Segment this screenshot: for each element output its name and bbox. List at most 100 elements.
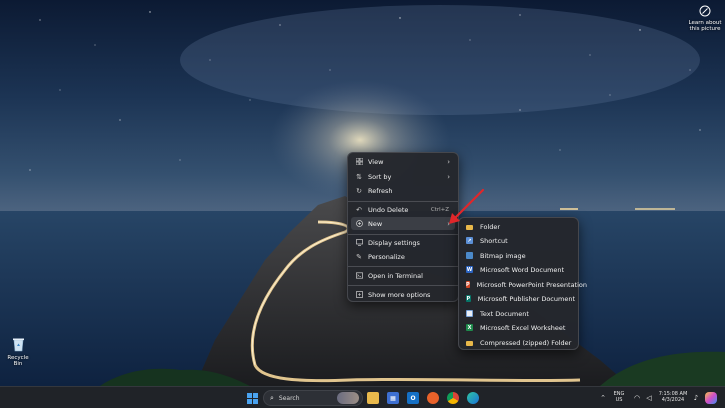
menu-item-view-label: View (368, 157, 384, 166)
search-highlight-icon (337, 392, 359, 404)
learn-about-label: Learn about this picture (688, 20, 722, 32)
shortcut-icon: ↗ (466, 237, 473, 244)
menu-separator (348, 285, 458, 286)
taskbar-app-firefox[interactable] (427, 391, 439, 405)
undo-shortcut: Ctrl+Z (430, 206, 449, 213)
taskbar-search[interactable]: ⌕ Search (263, 390, 363, 406)
chevron-up-icon: ⌃ (600, 394, 606, 402)
menu-separator (348, 234, 458, 235)
brush-icon: ✎ (356, 252, 362, 261)
bell-icon: ♪ (693, 394, 699, 402)
powerpoint-icon: P (466, 281, 470, 288)
word-icon: W (466, 266, 473, 273)
notification-button[interactable]: ♪ (692, 391, 700, 405)
new-item-shortcut[interactable]: ↗ Shortcut (462, 234, 575, 247)
new-item-publisher-document-label: Microsoft Publisher Document (477, 294, 575, 303)
start-button[interactable] (246, 391, 259, 405)
chevron-right-icon: › (447, 172, 450, 181)
taskbar-app-chrome[interactable] (447, 391, 459, 405)
bitmap-icon (466, 252, 473, 259)
language-indicator[interactable]: ENG US (611, 391, 627, 403)
terminal-icon (355, 272, 363, 280)
wifi-icon: ◠ (633, 394, 641, 402)
camera-icon (687, 5, 723, 19)
new-item-word-document-label: Microsoft Word Document (480, 265, 565, 274)
wifi-status[interactable]: ◠ (632, 391, 642, 405)
menu-item-display-settings[interactable]: Display settings (351, 236, 455, 249)
chevron-right-icon: › (447, 219, 450, 228)
new-item-text-document[interactable]: Text Document (462, 307, 575, 320)
refresh-icon: ↻ (356, 186, 362, 195)
learn-about-picture[interactable]: Learn about this picture (687, 5, 723, 32)
menu-item-open-in-terminal[interactable]: Open in Terminal (351, 269, 455, 282)
desktop-context-menu: View › ⇅ Sort by › ↻ Refresh ↶ Undo Dele… (347, 152, 459, 302)
sort-icon: ⇅ (356, 172, 362, 181)
new-item-powerpoint-presentation-label: Microsoft PowerPoint Presentation (476, 280, 587, 289)
firefox-icon (427, 392, 439, 404)
menu-item-refresh-label: Refresh (368, 186, 393, 195)
new-item-bitmap-image[interactable]: Bitmap image (462, 249, 575, 262)
new-item-excel-worksheet[interactable]: X Microsoft Excel Worksheet (462, 321, 575, 334)
volume-status[interactable]: ◁ (644, 391, 654, 405)
clock-date: 4/3/2024 (661, 397, 685, 403)
recycle-bin[interactable]: Recycle Bin (3, 337, 33, 367)
menu-item-view[interactable]: View › (351, 155, 455, 168)
new-item-folder[interactable]: Folder (462, 220, 575, 233)
speaker-icon: ◁ (646, 394, 652, 402)
menu-item-new[interactable]: New › (351, 217, 455, 230)
new-item-folder-label: Folder (480, 222, 501, 231)
menu-separator (348, 266, 458, 267)
recycle-bin-icon (3, 337, 33, 354)
display-icon (355, 239, 363, 247)
chevron-right-icon: › (447, 157, 450, 166)
excel-icon: X (466, 324, 473, 331)
menu-item-refresh[interactable]: ↻ Refresh (351, 184, 455, 197)
copilot-button[interactable] (704, 391, 718, 405)
menu-item-new-label: New (368, 219, 383, 228)
taskbar-app-file-explorer[interactable] (367, 391, 379, 405)
windows-logo-icon (247, 389, 258, 408)
new-item-powerpoint-presentation[interactable]: P Microsoft PowerPoint Presentation (462, 278, 587, 291)
more-options-icon (355, 291, 363, 299)
chrome-icon (447, 392, 459, 404)
edge-icon (467, 392, 479, 404)
menu-item-undo-delete-label: Undo Delete (368, 205, 409, 214)
menu-item-display-settings-label: Display settings (368, 238, 420, 247)
menu-item-open-in-terminal-label: Open in Terminal (368, 271, 423, 280)
new-item-zipped-folder[interactable]: Compressed (zipped) Folder (462, 336, 575, 349)
menu-item-show-more-options[interactable]: Show more options (351, 288, 455, 301)
new-item-excel-worksheet-label: Microsoft Excel Worksheet (480, 323, 566, 332)
clock[interactable]: 7:15:08 AM 4/3/2024 (655, 391, 691, 403)
search-icon: ⌕ (270, 393, 274, 402)
menu-item-personalize[interactable]: ✎ Personalize (351, 250, 455, 263)
menu-item-sort-by-label: Sort by (368, 172, 392, 181)
new-item-publisher-document[interactable]: P Microsoft Publisher Document (462, 292, 575, 305)
zip-folder-icon (466, 340, 473, 346)
file-explorer-icon (367, 392, 379, 404)
new-submenu: Folder ↗ Shortcut Bitmap image W Microso… (458, 217, 587, 350)
taskbar-app-store[interactable]: ▦ (387, 391, 399, 405)
outlook-icon: O (407, 392, 419, 404)
show-hidden-icons-button[interactable]: ⌃ (598, 391, 608, 405)
new-item-bitmap-image-label: Bitmap image (480, 251, 526, 260)
recycle-bin-label: Recycle Bin (7, 355, 29, 367)
store-icon: ▦ (387, 392, 399, 404)
grid-icon (355, 158, 363, 166)
taskbar-app-edge[interactable] (467, 391, 479, 405)
folder-icon (466, 224, 473, 230)
region-code: US (615, 397, 623, 403)
copilot-icon (705, 392, 717, 404)
new-item-text-document-label: Text Document (480, 309, 529, 318)
menu-item-undo-delete[interactable]: ↶ Undo Delete Ctrl+Z (351, 203, 455, 216)
new-item-shortcut-label: Shortcut (480, 236, 508, 245)
undo-icon: ↶ (356, 205, 362, 214)
menu-item-sort-by[interactable]: ⇅ Sort by › (351, 170, 455, 183)
taskbar: ⌕ Search ▦ O ⌃ ENG US ◠ ◁ 7:15:08 AM 4/3… (0, 386, 725, 408)
taskbar-app-outlook[interactable]: O (407, 391, 419, 405)
menu-item-show-more-options-label: Show more options (368, 290, 431, 299)
new-icon (355, 220, 363, 228)
publisher-icon: P (466, 295, 471, 302)
new-item-word-document[interactable]: W Microsoft Word Document (462, 263, 575, 276)
new-item-zipped-folder-label: Compressed (zipped) Folder (480, 338, 572, 347)
search-placeholder: Search (278, 394, 300, 402)
